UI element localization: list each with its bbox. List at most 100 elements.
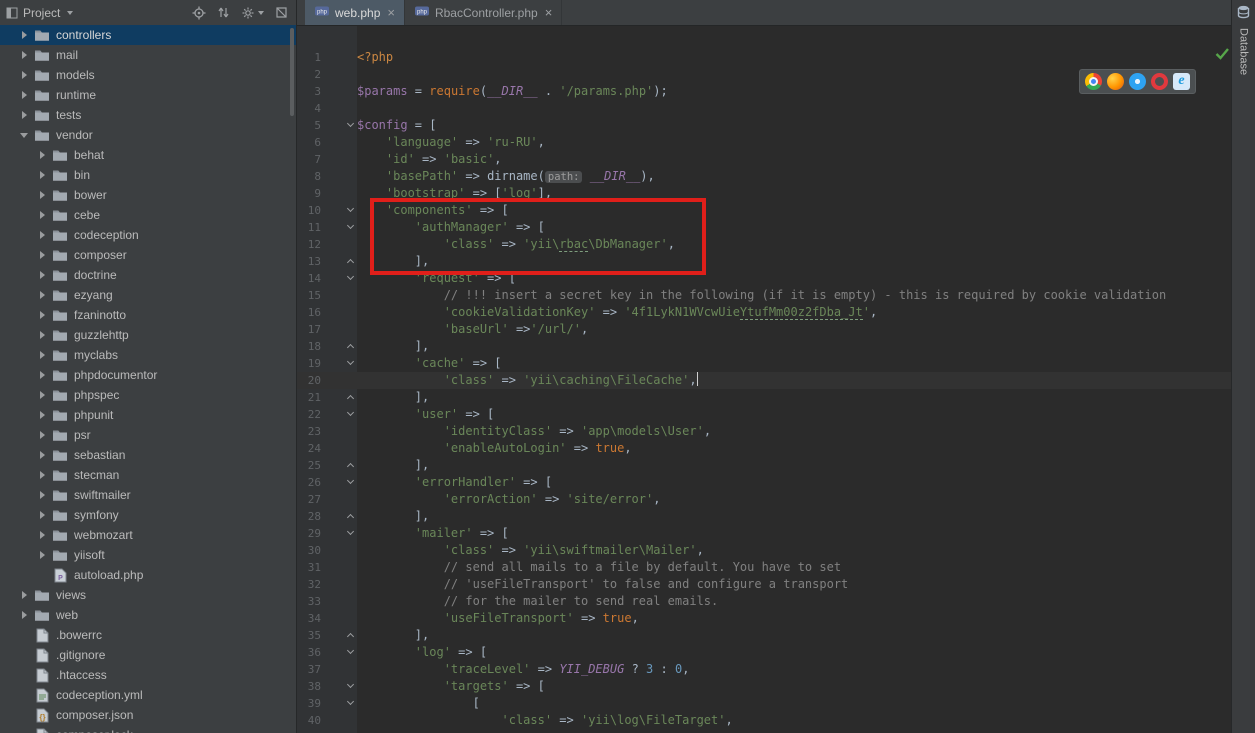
fold-marker-icon[interactable] [321,117,357,134]
line-number[interactable]: 6 [297,134,321,151]
code-line-37[interactable]: 37 'traceLevel' => YII_DEBUG ? 3 : 0, [297,661,1231,678]
line-number[interactable]: 7 [297,151,321,168]
code-line-19[interactable]: 19 'cache' => [ [297,355,1231,372]
line-number[interactable]: 25 [297,457,321,474]
expand-arrow-icon[interactable] [34,211,50,219]
expand-arrow-icon[interactable] [34,311,50,319]
expand-arrow-icon[interactable] [34,451,50,459]
tree-item-fzaninotto[interactable]: fzaninotto [0,305,296,325]
tree-item-phpspec[interactable]: phpspec [0,385,296,405]
expand-arrow-icon[interactable] [34,151,50,159]
tree-item-psr[interactable]: psr [0,425,296,445]
code-line-34[interactable]: 34 'useFileTransport' => true, [297,610,1231,627]
fold-marker-icon[interactable] [321,508,357,525]
tree-item-bin[interactable]: bin [0,165,296,185]
inspection-ok-icon[interactable] [1215,47,1229,65]
fold-marker-icon[interactable] [321,253,357,270]
code-line-5[interactable]: 5 $config = [ [297,117,1231,134]
database-tool-window-button[interactable]: Database [1238,28,1250,75]
tree-item-composer[interactable]: composer [0,245,296,265]
line-number[interactable]: 22 [297,406,321,423]
code-line-21[interactable]: 21 ], [297,389,1231,406]
tree-item-cebe[interactable]: cebe [0,205,296,225]
code-line-20[interactable]: 20 'class' => 'yii\caching\FileCache', [297,372,1231,389]
tree-item-gitignore[interactable]: .gitignore [0,645,296,665]
expand-arrow-icon[interactable] [34,551,50,559]
line-number[interactable]: 37 [297,661,321,678]
tree-item-mail[interactable]: mail [0,45,296,65]
editor-tab-web-php[interactable]: php web.php × [305,0,405,25]
line-number[interactable]: 24 [297,440,321,457]
line-number[interactable]: 15 [297,287,321,304]
tree-item-symfony[interactable]: symfony [0,505,296,525]
fold-marker-icon[interactable] [321,270,357,287]
tree-item-ezyang[interactable]: ezyang [0,285,296,305]
opera-browser-icon[interactable] [1151,73,1168,90]
code-line-6[interactable]: 6 'language' => 'ru-RU', [297,134,1231,151]
code-line-7[interactable]: 7 'id' => 'basic', [297,151,1231,168]
tree-item-web[interactable]: web [0,605,296,625]
tree-item-autoload-php[interactable]: Pautoload.php [0,565,296,585]
line-number[interactable]: 1 [297,49,321,66]
expand-arrow-icon[interactable] [34,171,50,179]
tree-item-doctrine[interactable]: doctrine [0,265,296,285]
line-number[interactable]: 11 [297,219,321,236]
code-line-9[interactable]: 9 'bootstrap' => ['log'], [297,185,1231,202]
code-line-24[interactable]: 24 'enableAutoLogin' => true, [297,440,1231,457]
code-line-16[interactable]: 16 'cookieValidationKey' => '4f1LykN1WVc… [297,304,1231,321]
expand-arrow-icon[interactable] [34,351,50,359]
line-number[interactable]: 39 [297,695,321,712]
code-line-31[interactable]: 31 // send all mails to a file by defaul… [297,559,1231,576]
fold-marker-icon[interactable] [321,457,357,474]
fold-marker-icon[interactable] [321,695,357,712]
code-line-18[interactable]: 18 ], [297,338,1231,355]
fold-marker-icon[interactable] [321,474,357,491]
line-number[interactable]: 17 [297,321,321,338]
tree-item-yiisoft[interactable]: yiisoft [0,545,296,565]
line-number[interactable]: 36 [297,644,321,661]
expand-arrow-icon[interactable] [34,371,50,379]
code-line-17[interactable]: 17 'baseUrl' =>'/url/', [297,321,1231,338]
close-tab-icon[interactable]: × [545,5,553,20]
line-number[interactable]: 8 [297,168,321,185]
line-number[interactable]: 32 [297,576,321,593]
line-number[interactable]: 38 [297,678,321,695]
expand-arrow-icon[interactable] [34,411,50,419]
code-line-40[interactable]: 40 'class' => 'yii\log\FileTarget', [297,712,1231,729]
expand-arrow-icon[interactable] [16,91,32,99]
code-line-23[interactable]: 23 'identityClass' => 'app\models\User', [297,423,1231,440]
code-line-32[interactable]: 32 // 'useFileTransport' to false and co… [297,576,1231,593]
line-number[interactable]: 14 [297,270,321,287]
line-number[interactable]: 20 [297,372,321,389]
line-number[interactable]: 23 [297,423,321,440]
expand-arrow-icon[interactable] [34,251,50,259]
expand-arrow-icon[interactable] [34,431,50,439]
line-number[interactable]: 19 [297,355,321,372]
expand-arrow-icon[interactable] [34,391,50,399]
code-line-29[interactable]: 29 'mailer' => [ [297,525,1231,542]
tree-item-views[interactable]: views [0,585,296,605]
tree-item-webmozart[interactable]: webmozart [0,525,296,545]
expand-arrow-icon[interactable] [16,71,32,79]
expand-arrow-icon[interactable] [16,591,32,599]
fold-marker-icon[interactable] [321,355,357,372]
fold-marker-icon[interactable] [321,202,357,219]
project-tool-window-title[interactable]: Project [23,6,60,20]
project-panel-scrollbar[interactable] [290,28,294,116]
line-number[interactable]: 13 [297,253,321,270]
tree-item-codeception-yml[interactable]: codeception.yml [0,685,296,705]
line-number[interactable]: 12 [297,236,321,253]
ie-browser-icon[interactable]: e [1173,73,1190,90]
line-number[interactable]: 33 [297,593,321,610]
line-number[interactable]: 35 [297,627,321,644]
fold-marker-icon[interactable] [321,406,357,423]
line-number[interactable]: 40 [297,712,321,729]
code-line-10[interactable]: 10 'components' => [ [297,202,1231,219]
expand-arrow-icon[interactable] [34,191,50,199]
expand-arrow-icon[interactable] [16,611,32,619]
code-line-36[interactable]: 36 'log' => [ [297,644,1231,661]
tree-item-composer-json[interactable]: {} composer.json [0,705,296,725]
chevron-down-icon[interactable] [67,10,74,15]
settings-gear-icon[interactable] [241,6,264,20]
tree-item-runtime[interactable]: runtime [0,85,296,105]
